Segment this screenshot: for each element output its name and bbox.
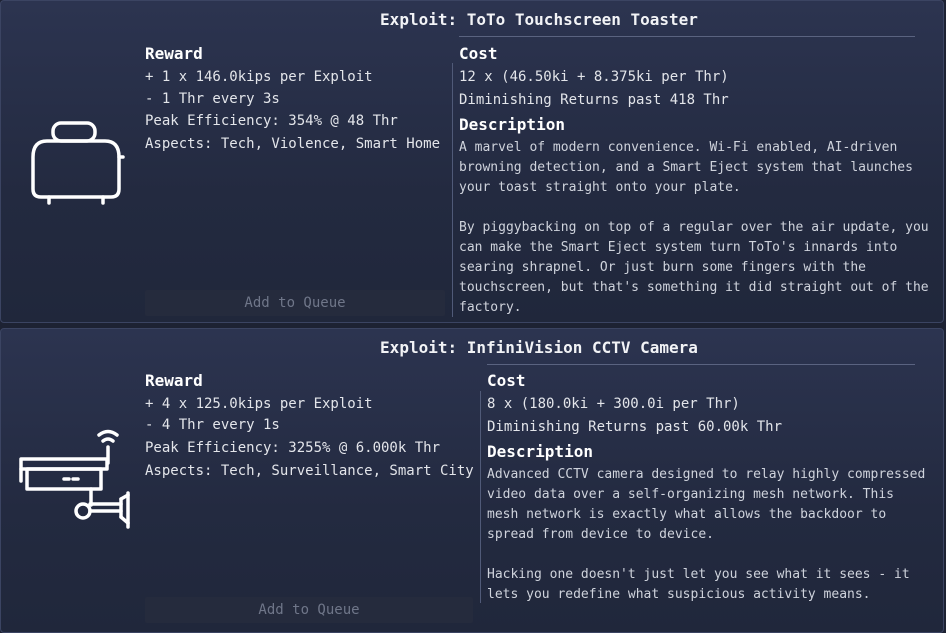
reward-line: Peak Efficiency: 354% @ 48 Thr <box>145 113 398 129</box>
cost-heading: Cost <box>459 44 498 63</box>
add-to-queue-button[interactable]: Add to Queue <box>145 290 445 316</box>
cost-line: Diminishing Returns past 60.00k Thr <box>487 419 783 435</box>
exploit-title: Exploit: InfiniVision CCTV Camera <box>380 338 698 357</box>
reward-heading: Reward <box>145 44 203 63</box>
reward-line: - 1 Thr every 3s <box>145 91 280 107</box>
reward-heading: Reward <box>145 371 203 390</box>
exploit-card-cctv: Exploit: InfiniVision CCTV Camera Reward… <box>0 328 944 633</box>
add-to-queue-button[interactable]: Add to Queue <box>145 597 473 623</box>
reward-line: - 4 Thr every 1s <box>145 417 280 433</box>
cost-line: 12 x (46.50ki + 8.375ki per Thr) <box>459 69 729 85</box>
reward-line: Peak Efficiency: 3255% @ 6.000k Thr <box>145 440 441 456</box>
cctv-camera-icon <box>19 429 130 529</box>
cost-line: Diminishing Returns past 418 Thr <box>459 92 729 108</box>
cost-heading: Cost <box>487 371 526 390</box>
column-divider <box>480 391 481 603</box>
title-divider <box>459 36 915 37</box>
description-heading: Description <box>487 442 593 461</box>
reward-line: Aspects: Tech, Surveillance, Smart City <box>145 463 474 479</box>
cost-line: 8 x (180.0ki + 300.0i per Thr) <box>487 396 740 412</box>
reward-line: Aspects: Tech, Violence, Smart Home <box>145 136 441 152</box>
reward-line: + 1 x 146.0kips per Exploit <box>145 69 373 85</box>
description-text: A marvel of modern convenience. Wi-Fi en… <box>459 140 929 315</box>
column-divider <box>452 63 453 317</box>
description-text: Advanced CCTV camera designed to relay h… <box>487 467 926 602</box>
description-heading: Description <box>459 115 565 134</box>
reward-line: + 4 x 125.0kips per Exploit <box>145 396 373 412</box>
title-divider <box>487 364 915 365</box>
toaster-icon <box>31 121 125 205</box>
exploit-card-toaster: Exploit: ToTo Touchscreen Toaster Reward… <box>0 0 944 323</box>
exploit-title: Exploit: ToTo Touchscreen Toaster <box>380 10 698 29</box>
